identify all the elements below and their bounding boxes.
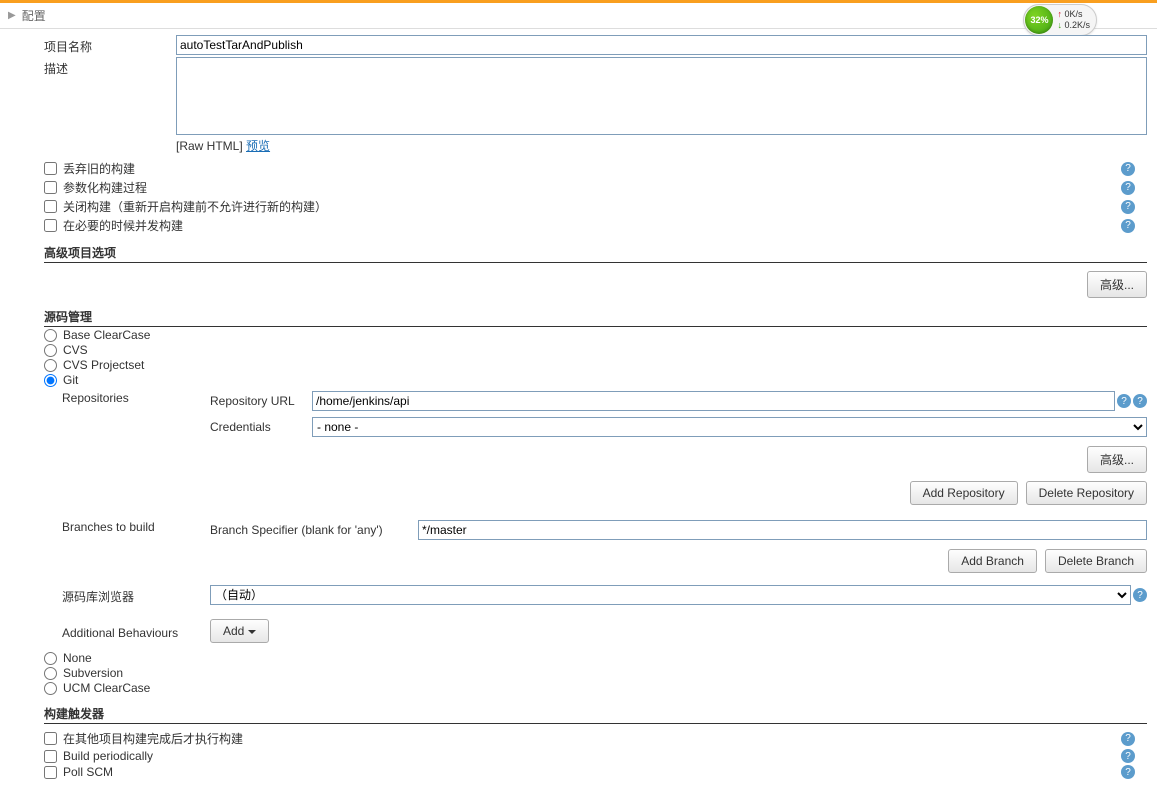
poll-scm-checkbox[interactable]	[44, 766, 57, 779]
help-icon[interactable]: ?	[1121, 749, 1135, 763]
scm-ucm-clearcase-radio[interactable]	[44, 682, 57, 695]
scm-cvs-projectset-radio[interactable]	[44, 359, 57, 372]
scm-base-clearcase-label: Base ClearCase	[63, 328, 150, 342]
after-other-projects-checkbox[interactable]	[44, 732, 57, 745]
build-triggers-header: 构建触发器	[44, 705, 1147, 724]
breadcrumb: ▶ 配置	[0, 3, 1157, 29]
discard-old-builds-checkbox[interactable]	[44, 162, 57, 175]
poll-scm-label: Poll SCM	[63, 765, 113, 779]
branches-to-build-label: Branches to build	[62, 517, 210, 534]
scm-subversion-radio[interactable]	[44, 667, 57, 680]
project-name-input[interactable]	[176, 35, 1147, 55]
repositories-label: Repositories	[62, 388, 210, 405]
help-icon[interactable]: ?	[1121, 732, 1135, 746]
add-branch-button[interactable]: Add Branch	[948, 549, 1037, 573]
repo-url-input[interactable]	[312, 391, 1115, 411]
project-name-label: 项目名称	[44, 35, 176, 55]
help-icon[interactable]: ?	[1121, 181, 1135, 195]
additional-behaviours-label: Additional Behaviours	[62, 623, 210, 640]
raw-html-label: [Raw HTML]	[176, 139, 243, 153]
help-icon[interactable]: ?	[1133, 394, 1147, 408]
repo-advanced-button[interactable]: 高级...	[1087, 446, 1147, 473]
disable-build-checkbox[interactable]	[44, 200, 57, 213]
scm-git-label: Git	[63, 373, 78, 387]
credentials-label: Credentials	[210, 420, 310, 434]
repo-browser-label: 源码库浏览器	[62, 585, 210, 605]
scm-cvs-label: CVS	[63, 343, 88, 357]
scm-none-radio[interactable]	[44, 652, 57, 665]
branch-specifier-label: Branch Specifier (blank for 'any')	[210, 523, 416, 537]
param-build-checkbox[interactable]	[44, 181, 57, 194]
help-icon[interactable]: ?	[1121, 162, 1135, 176]
description-textarea[interactable]	[176, 57, 1147, 135]
breadcrumb-title: 配置	[22, 7, 46, 24]
upload-speed: 0K/s	[1057, 9, 1090, 20]
add-behaviour-button[interactable]: Add	[210, 619, 269, 643]
help-icon[interactable]: ?	[1121, 200, 1135, 214]
param-build-label: 参数化构建过程	[63, 179, 147, 196]
add-repository-button[interactable]: Add Repository	[910, 481, 1018, 505]
scm-git-radio[interactable]	[44, 374, 57, 387]
preview-link[interactable]: 预览	[246, 139, 270, 153]
help-icon[interactable]: ?	[1121, 765, 1135, 779]
scm-cvs-projectset-label: CVS Projectset	[63, 358, 144, 372]
branch-specifier-input[interactable]	[418, 520, 1147, 540]
scm-header: 源码管理	[44, 308, 1147, 327]
help-icon[interactable]: ?	[1121, 219, 1135, 233]
disable-build-label: 关闭构建（重新开启构建前不允许进行新的构建）	[63, 198, 327, 215]
repo-browser-select[interactable]: （自动）	[210, 585, 1131, 605]
scm-cvs-radio[interactable]	[44, 344, 57, 357]
concurrent-build-checkbox[interactable]	[44, 219, 57, 232]
build-periodically-label: Build periodically	[63, 749, 153, 763]
delete-repository-button[interactable]: Delete Repository	[1026, 481, 1147, 505]
help-icon[interactable]: ?	[1133, 588, 1147, 602]
build-periodically-checkbox[interactable]	[44, 750, 57, 763]
discard-old-builds-label: 丢弃旧的构建	[63, 160, 135, 177]
chevron-right-icon: ▶	[8, 10, 16, 21]
delete-branch-button[interactable]: Delete Branch	[1045, 549, 1147, 573]
repo-url-label: Repository URL	[210, 394, 310, 408]
advanced-options-header: 高级项目选项	[44, 244, 1147, 263]
scm-ucm-clearcase-label: UCM ClearCase	[63, 681, 150, 695]
concurrent-build-label: 在必要的时候并发构建	[63, 217, 183, 234]
scm-none-label: None	[63, 651, 92, 665]
scm-base-clearcase-radio[interactable]	[44, 329, 57, 342]
description-label: 描述	[44, 57, 176, 77]
credentials-select[interactable]: - none -	[312, 417, 1147, 437]
help-icon[interactable]: ?	[1117, 394, 1131, 408]
advanced-button[interactable]: 高级...	[1087, 271, 1147, 298]
scm-subversion-label: Subversion	[63, 666, 123, 680]
